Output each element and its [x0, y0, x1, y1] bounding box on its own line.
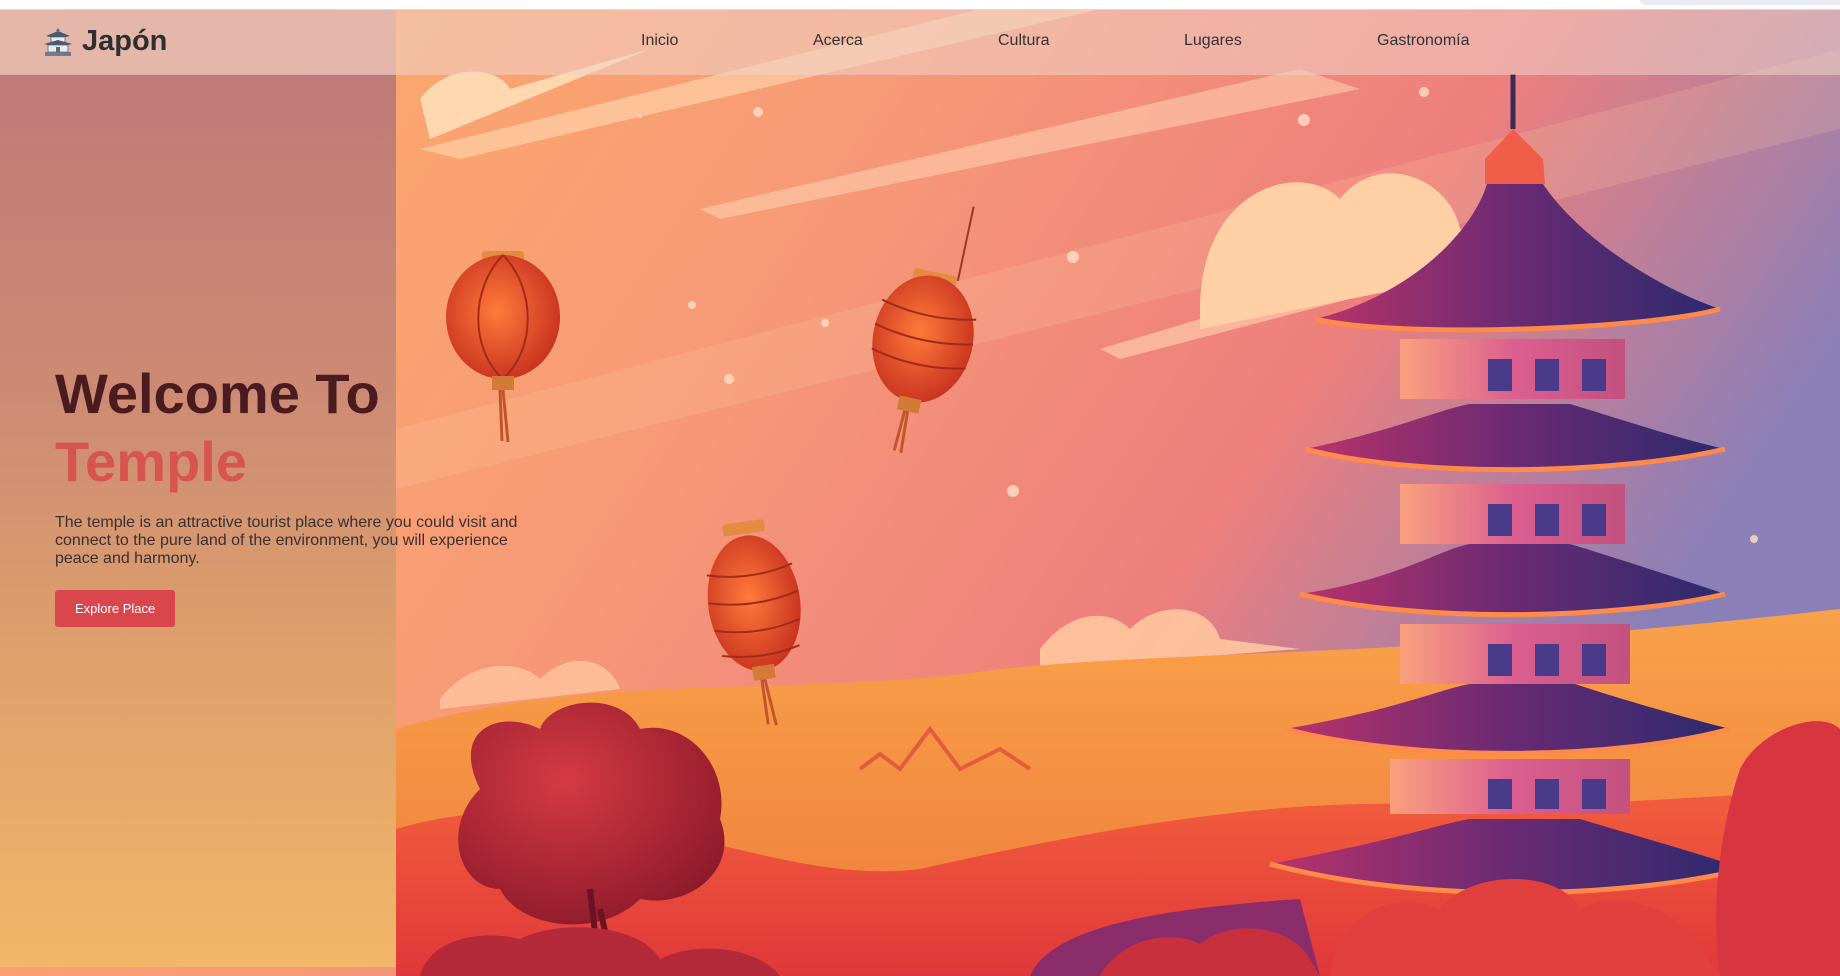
browser-top-strip [0, 0, 1840, 10]
top-navbar: Japón Inicio Acerca Cultura Lugares Gast… [0, 9, 1840, 75]
nav-links: Inicio Acerca Cultura Lugares Gastronomí… [0, 9, 1840, 75]
nav-link-inicio[interactable]: Inicio [641, 32, 678, 50]
hero-title-highlight: Temple [55, 430, 247, 493]
nav-link-cultura[interactable]: Cultura [998, 32, 1050, 50]
hero-description: The temple is an attractive tourist plac… [55, 514, 518, 567]
top-strip-pill [1640, 0, 1840, 5]
nav-link-lugares[interactable]: Lugares [1184, 32, 1242, 50]
hero-section: Welcome To Temple The temple is an attra… [55, 360, 525, 627]
explore-place-button[interactable]: Explore Place [55, 590, 176, 627]
nav-link-acerca[interactable]: Acerca [813, 32, 863, 50]
hero-title: Welcome To [55, 362, 380, 425]
nav-link-gastronomia[interactable]: Gastronomía [1377, 32, 1469, 50]
